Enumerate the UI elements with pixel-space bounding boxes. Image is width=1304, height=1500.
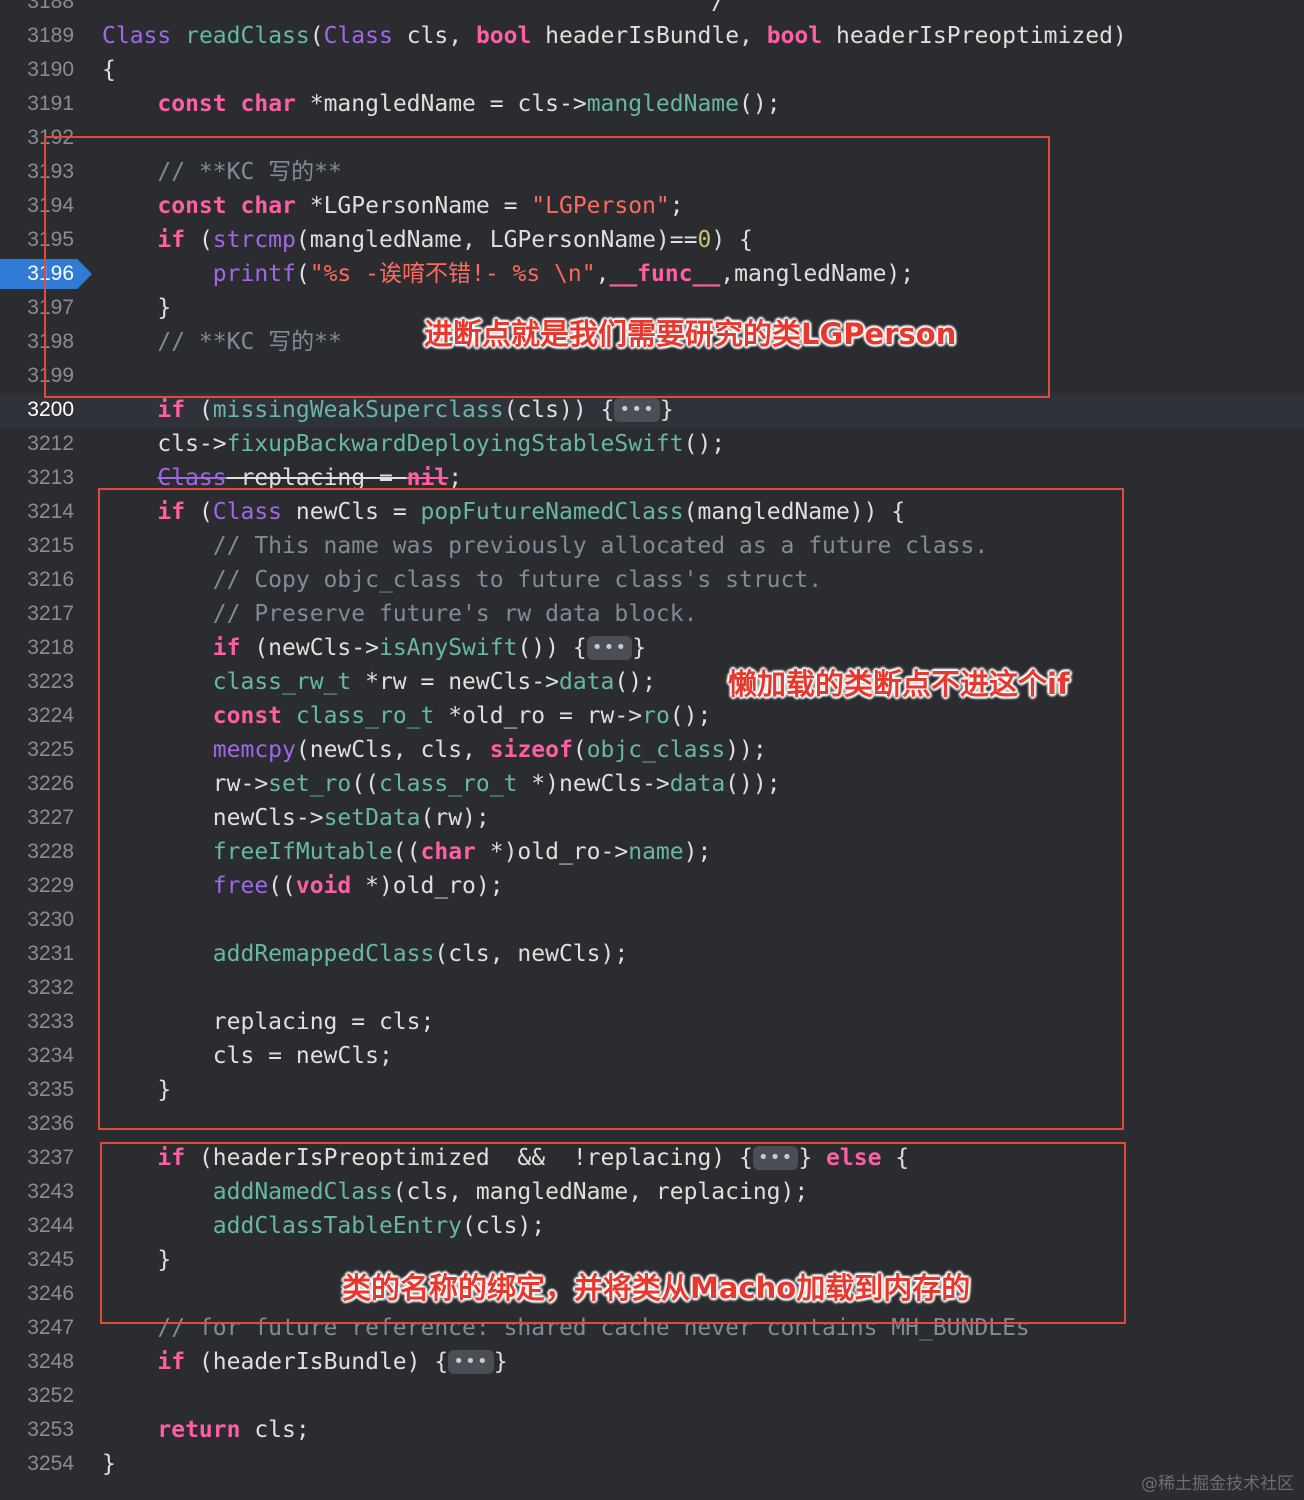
annotation-note-named-class: 类的名称的绑定，并将类从Macho加载到内存的 [342,1271,971,1305]
line-number[interactable]: 3215 [0,529,74,563]
code-token: if [157,1349,186,1375]
code-text[interactable]: { [102,53,116,87]
line-number[interactable]: 3247 [0,1311,74,1345]
line-number[interactable]: 3230 [0,903,74,937]
code-token: headerIsBundle, [531,23,767,49]
line-number[interactable]: 3233 [0,1005,74,1039]
code-line[interactable]: 3189 Class readClass(Class cls, bool head… [0,19,1304,53]
code-line[interactable]: 3212 cls->fixupBackwardDeployingStableSw… [0,427,1304,461]
line-number[interactable]: 3253 [0,1413,74,1447]
line-number[interactable]: 3248 [0,1345,74,1379]
code-token: *mangledName = cls-> [295,91,587,117]
code-token: Class [102,23,172,49]
line-number[interactable]: 3214 [0,495,74,529]
line-number[interactable]: 3235 [0,1073,74,1107]
line-number[interactable]: 3245 [0,1243,74,1277]
line-number[interactable]: 3226 [0,767,74,801]
annotation-note-lazy-class: 懒加载的类断点不进这个if [728,667,1070,701]
code-fold-ellipsis-icon[interactable]: ••• [448,1350,494,1374]
code-text[interactable]: if (headerIsBundle) {•••} [102,1345,508,1379]
line-number[interactable]: 3213 [0,461,74,495]
code-token: } [659,397,674,423]
code-token: cls, [392,23,476,49]
code-line[interactable]: 3191 const char *mangledName = cls->mang… [0,87,1304,121]
code-text[interactable]: if (missingWeakSuperclass(cls)) {•••} [102,393,674,427]
code-token: / [102,0,726,15]
line-number[interactable]: 3189 [0,19,74,53]
line-number[interactable]: 3212 [0,427,74,461]
code-line[interactable]: 3200 if (missingWeakSuperclass(cls)) {••… [0,393,1304,427]
code-token: fixupBackwardDeployingStableSwift [226,431,684,457]
code-token: (); [683,431,726,457]
line-number[interactable]: 3216 [0,563,74,597]
code-line[interactable]: 3252 [0,1379,1304,1413]
code-token: cls-> [102,431,227,457]
line-number[interactable]: 3234 [0,1039,74,1073]
code-text[interactable]: cls->fixupBackwardDeployingStableSwift()… [102,427,725,461]
code-token: headerIsPreoptimized) [822,23,1127,49]
watermark: @稀土掘金技术社区 [1141,1474,1294,1494]
line-number[interactable]: 3236 [0,1107,74,1141]
code-token: bool [475,23,532,49]
line-number[interactable]: 3254 [0,1447,74,1481]
code-line[interactable]: 3248 if (headerIsBundle) {•••} [0,1345,1304,1379]
highlight-box-future-class [98,488,1124,1130]
code-text[interactable]: / [102,0,725,19]
code-line[interactable]: 3190 { [0,53,1304,87]
line-number[interactable]: 3217 [0,597,74,631]
line-number[interactable]: 3218 [0,631,74,665]
line-number[interactable]: 3252 [0,1379,74,1413]
code-line[interactable]: 3253 return cls; [0,1413,1304,1447]
highlight-box-kc-code [44,136,1050,398]
line-number[interactable]: 3191 [0,87,74,121]
line-number[interactable]: 3200 [0,393,74,427]
code-token: bool [766,23,823,49]
code-token: ( [185,397,213,423]
line-number[interactable]: 3224 [0,699,74,733]
line-number[interactable]: 3228 [0,835,74,869]
code-token: (headerIsBundle) { [185,1349,449,1375]
line-number[interactable]: 3244 [0,1209,74,1243]
line-number[interactable]: 3237 [0,1141,74,1175]
code-token: missingWeakSuperclass [212,397,504,423]
line-number[interactable]: 3229 [0,869,74,903]
line-number[interactable]: 3190 [0,53,74,87]
line-number[interactable]: 3243 [0,1175,74,1209]
code-token: Class [323,23,393,49]
code-token: cls; [240,1417,310,1443]
code-text[interactable]: Class readClass(Class cls, bool headerIs… [102,19,1127,53]
code-token: ( [309,23,324,49]
code-token: if [157,397,186,423]
code-fold-ellipsis-icon[interactable]: ••• [614,398,660,422]
code-token: } [102,1451,116,1477]
code-token: char [240,91,296,117]
annotation-note-breakpoint: 进断点就是我们需要研究的类LGPerson [424,317,957,351]
line-number[interactable]: 3223 [0,665,74,699]
code-token: } [493,1349,508,1375]
code-text[interactable]: const char *mangledName = cls->mangledNa… [102,87,781,121]
line-number[interactable]: 3225 [0,733,74,767]
code-token: const [157,91,227,117]
code-line[interactable]: 3188 / [0,0,1304,19]
line-number[interactable]: 3188 [0,0,74,19]
code-token: readClass [185,23,310,49]
line-number[interactable]: 3246 [0,1277,74,1311]
code-token: return [157,1417,241,1443]
line-number[interactable]: 3232 [0,971,74,1005]
line-number[interactable]: 3227 [0,801,74,835]
code-text[interactable]: return cls; [102,1413,310,1447]
code-token: (cls)) { [503,397,615,423]
code-token: { [102,57,116,83]
code-token: mangledName [586,91,740,117]
code-text[interactable]: } [102,1447,116,1481]
line-number[interactable]: 3231 [0,937,74,971]
code-line[interactable]: 3254} [0,1447,1304,1481]
code-token: (); [739,91,781,117]
